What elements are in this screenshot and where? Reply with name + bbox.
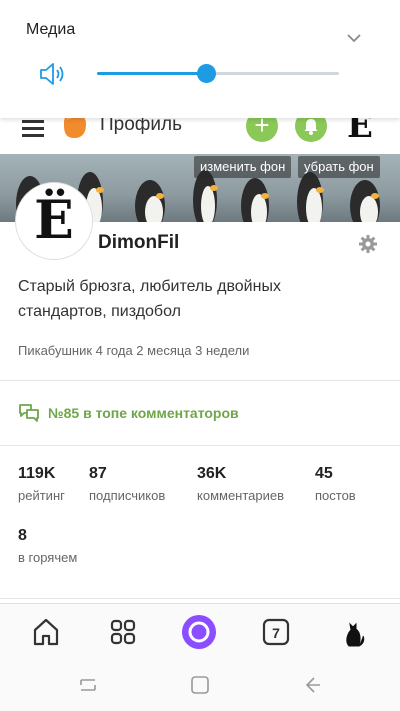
apps-grid-icon[interactable]: [108, 616, 138, 648]
stat-label: подписчиков: [89, 488, 166, 503]
stat-rating: 119K рейтинг: [18, 465, 65, 503]
recent-apps-icon[interactable]: [76, 673, 100, 697]
volume-slider-thumb[interactable]: [197, 64, 216, 83]
stat-label: в горячем: [18, 550, 78, 565]
stat-subscribers[interactable]: 87 подписчиков: [89, 465, 165, 503]
divider: [0, 380, 400, 381]
stat-value: 8: [18, 527, 27, 544]
back-icon[interactable]: [300, 673, 324, 697]
divider: [0, 598, 400, 599]
rank-text: №85 в топе комментаторов: [48, 405, 239, 421]
volume-slider[interactable]: [97, 72, 339, 75]
stat-comments[interactable]: 36K комментариев: [197, 465, 284, 503]
stat-label: комментариев: [197, 488, 285, 503]
menu-icon[interactable]: [22, 120, 44, 138]
rank-link[interactable]: №85 в топе комментаторов: [18, 402, 239, 424]
stat-hot[interactable]: 8 в горячем: [18, 527, 77, 565]
bottom-navigation: 7: [0, 603, 400, 659]
alice-icon[interactable]: [181, 614, 217, 650]
volume-slider-fill: [97, 72, 206, 75]
gear-icon[interactable]: [358, 234, 378, 254]
tabs-count: 7: [272, 625, 280, 641]
volume-title: Медиа: [26, 21, 76, 38]
speaker-icon[interactable]: [38, 60, 68, 88]
member-since: Пикабушник 4 года 2 месяца 3 недели: [18, 343, 250, 358]
stat-value: 36K: [197, 465, 227, 482]
stat-posts[interactable]: 45 постов: [315, 465, 356, 503]
system-navigation-bar: [0, 659, 400, 711]
comments-icon: [19, 404, 39, 422]
chevron-down-icon[interactable]: [344, 28, 364, 48]
home-icon[interactable]: [31, 616, 61, 648]
remove-cover-button[interactable]: убрать фон: [298, 156, 380, 178]
profile-bio: Старый брюзга, любитель двойных стандарт…: [18, 278, 281, 320]
divider: [0, 445, 400, 446]
cat-icon[interactable]: [339, 616, 369, 648]
username: DimonFil: [98, 232, 180, 253]
tabs-counter-icon[interactable]: 7: [261, 616, 291, 648]
stat-value: 45: [315, 465, 333, 482]
home-button-icon[interactable]: [188, 673, 212, 697]
stat-label: постов: [315, 488, 356, 503]
change-cover-button[interactable]: изменить фон: [194, 156, 292, 178]
profile-avatar[interactable]: Ё: [16, 183, 92, 259]
volume-panel: Медиа: [0, 0, 400, 118]
stat-label: рейтинг: [18, 488, 65, 503]
stat-value: 119K: [18, 465, 56, 482]
stat-value: 87: [89, 465, 107, 482]
